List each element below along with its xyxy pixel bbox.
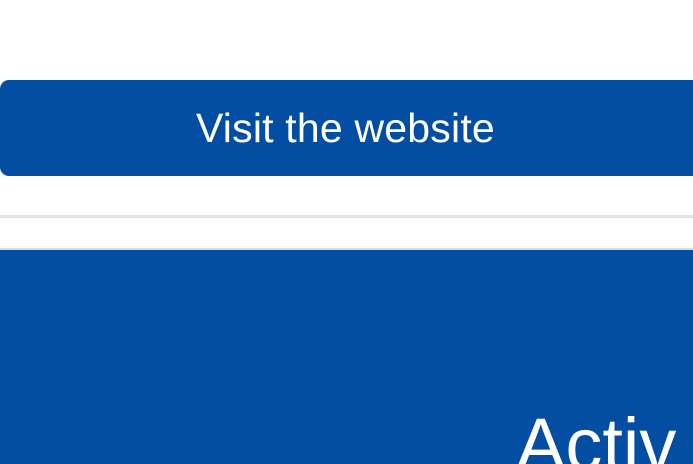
page: Visit the website Activ <box>0 0 693 464</box>
visit-website-button[interactable]: Visit the website <box>0 80 693 176</box>
hero-title: Activ <box>516 403 677 464</box>
divider <box>0 215 693 218</box>
hero-banner: Activ <box>0 248 693 464</box>
